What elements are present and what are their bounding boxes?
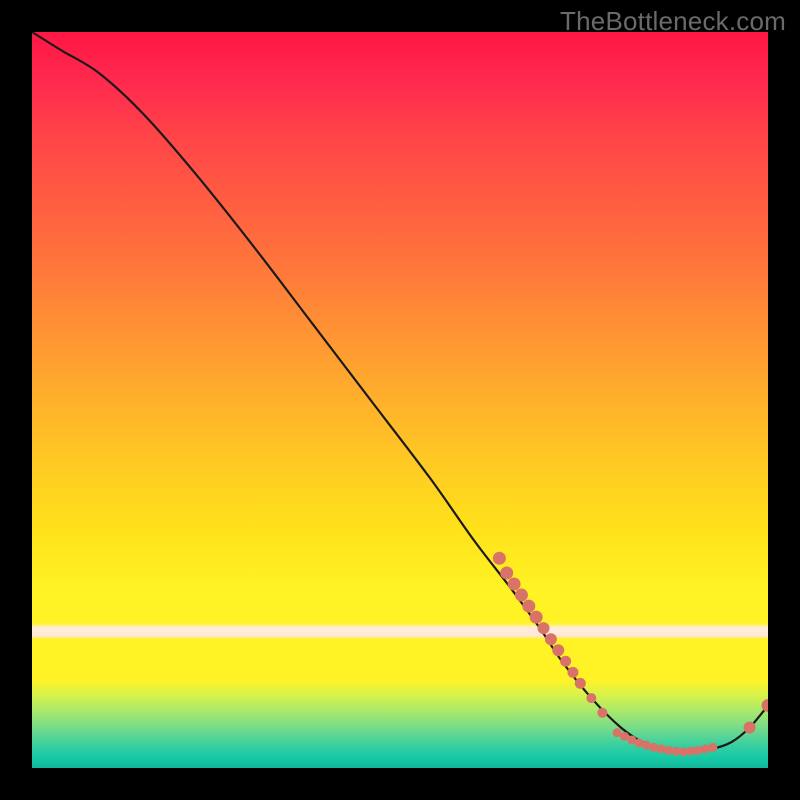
marker-dot xyxy=(545,633,557,645)
bottleneck-curve xyxy=(32,32,768,752)
marker-dot xyxy=(708,743,717,752)
marker-dot xyxy=(500,566,513,579)
marker-dot xyxy=(522,600,535,613)
plot-area xyxy=(32,32,768,768)
marker-dot xyxy=(552,644,564,656)
marker-dot xyxy=(575,678,586,689)
curve-layer xyxy=(32,32,768,768)
marker-dot xyxy=(508,578,521,591)
marker-dot xyxy=(597,708,607,718)
marker-dot xyxy=(567,667,578,678)
marker-dot xyxy=(538,622,550,634)
chart-frame: TheBottleneck.com xyxy=(0,0,800,800)
marker-dot xyxy=(560,656,571,667)
marker-dot xyxy=(515,589,528,602)
marker-dot xyxy=(493,552,506,565)
marker-dot xyxy=(530,611,543,624)
marker-dot xyxy=(586,693,596,703)
watermark-text: TheBottleneck.com xyxy=(560,6,786,37)
marker-dot xyxy=(744,722,756,734)
marker-dots xyxy=(493,552,768,757)
marker-dot xyxy=(762,699,769,712)
